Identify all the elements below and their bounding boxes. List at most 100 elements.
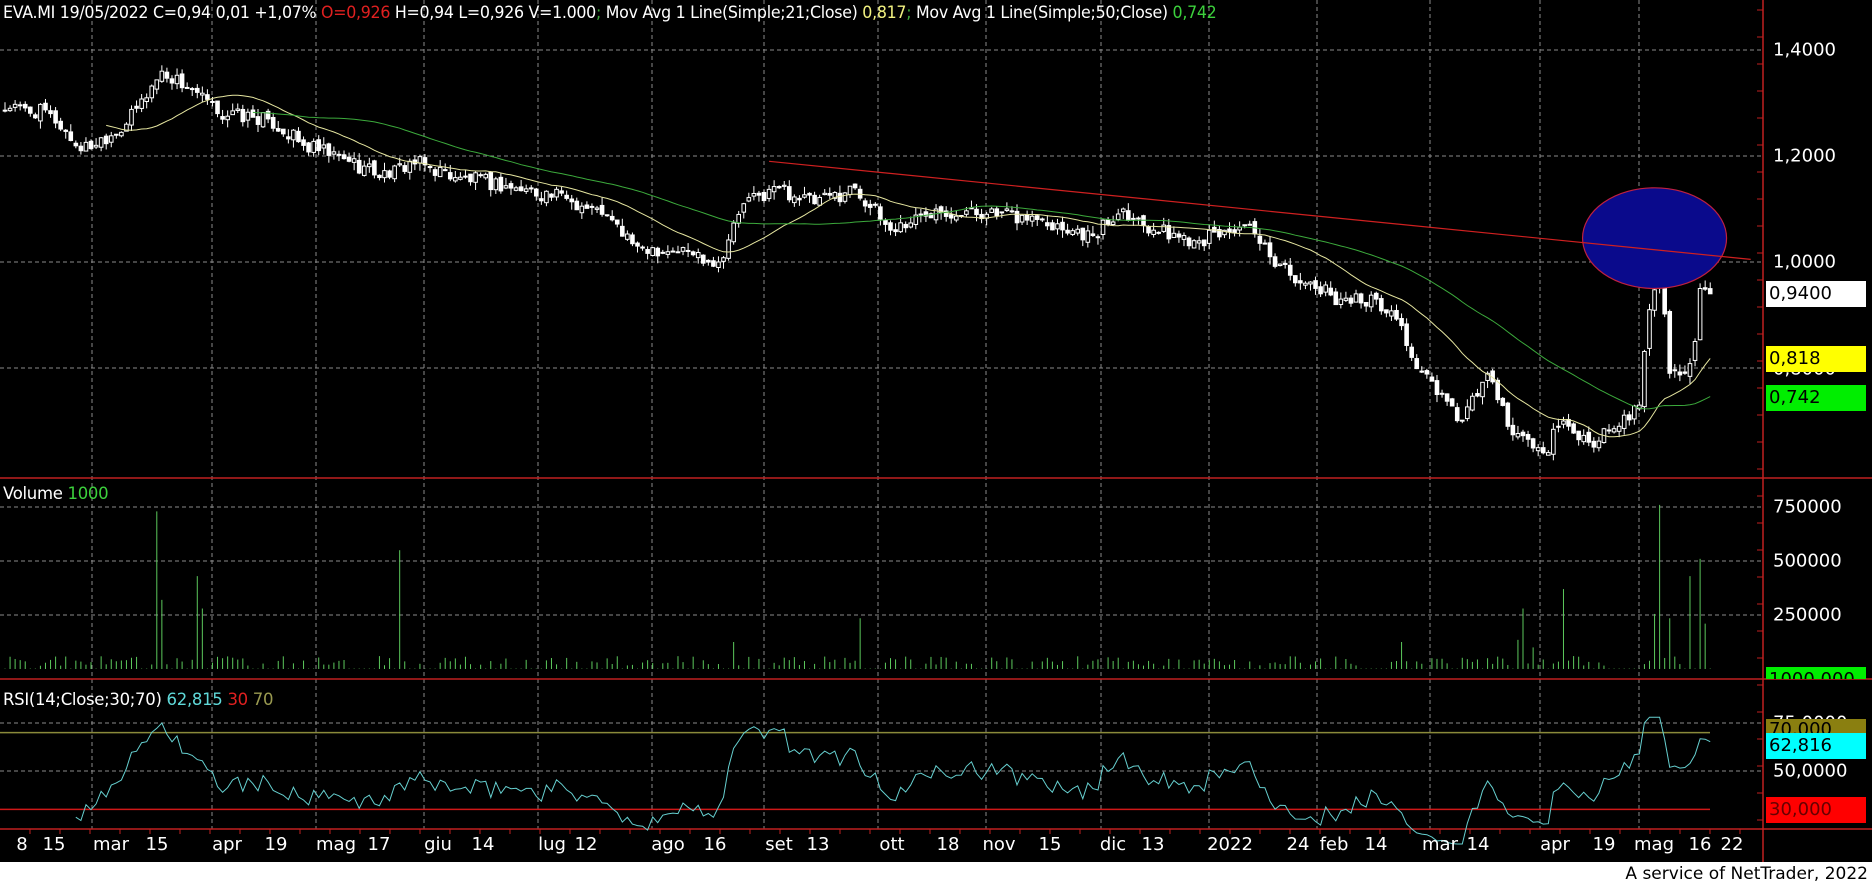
price-tick: 1,0000 xyxy=(1773,251,1836,273)
candle-body xyxy=(225,115,230,121)
date-tick-label: 13 xyxy=(1141,834,1165,855)
date-tick-label: dic xyxy=(1099,834,1127,855)
candle-body xyxy=(149,85,155,99)
candle-body xyxy=(898,222,903,233)
candle-body xyxy=(291,129,296,141)
candle-body xyxy=(842,192,848,202)
candle-body xyxy=(1176,233,1182,238)
candle-body xyxy=(63,129,69,132)
candle-body xyxy=(58,120,63,130)
candle-body xyxy=(1065,229,1070,234)
candle-body xyxy=(700,254,706,264)
hlv-values: H=0,94 L=0,926 V=1.000 xyxy=(394,3,596,22)
candle-body xyxy=(1085,230,1091,243)
candle-body xyxy=(1459,419,1465,422)
candle-body xyxy=(361,165,367,176)
candle-body xyxy=(88,140,94,150)
candle-body xyxy=(1080,227,1086,241)
candle-body xyxy=(1060,221,1065,231)
candle-body xyxy=(1287,264,1293,276)
date-tick-label: 19 xyxy=(1592,834,1616,855)
candle-body xyxy=(1373,292,1379,300)
candle-body xyxy=(1505,402,1511,427)
candle-body xyxy=(857,188,863,199)
candle-body xyxy=(544,190,549,204)
candle-body xyxy=(301,139,306,146)
candle-body xyxy=(1206,229,1212,244)
candle-body xyxy=(134,105,139,109)
candle-body xyxy=(144,97,149,103)
candle-body xyxy=(746,197,752,202)
candle-body xyxy=(1333,291,1339,306)
candle-body xyxy=(1303,282,1308,286)
candle-body xyxy=(1242,224,1248,227)
candle-body xyxy=(1045,222,1050,227)
candle-body xyxy=(817,196,822,206)
candle-body xyxy=(1277,263,1283,267)
date-tick-label: feb xyxy=(1319,834,1349,855)
ma50-box: 0,742 xyxy=(1766,385,1866,411)
candle-body xyxy=(2,109,8,112)
ma50-line xyxy=(252,111,1711,410)
candle-body xyxy=(205,94,210,100)
candle-body xyxy=(569,198,575,203)
candle-body xyxy=(1465,406,1470,420)
candle-body xyxy=(620,225,625,237)
candle-body xyxy=(1611,428,1617,433)
candle-body xyxy=(878,206,883,220)
candle-body xyxy=(493,178,499,191)
candle-body xyxy=(286,136,291,140)
candle-body xyxy=(771,186,777,193)
date-tick-label: apr xyxy=(1540,834,1570,855)
chart-canvas[interactable] xyxy=(0,0,1872,862)
candle-body xyxy=(114,133,119,136)
candle-body xyxy=(736,213,742,224)
stock-chart[interactable]: EVA.MI 19/05/2022 C=0,94 0,01 +1,07% O=0… xyxy=(0,0,1872,862)
rsi-high-box: 70,000 xyxy=(1766,719,1866,733)
candle-body xyxy=(1146,226,1151,234)
candle-body xyxy=(716,261,721,268)
candle-body xyxy=(888,222,893,231)
candle-body xyxy=(1191,240,1197,249)
candle-body xyxy=(1389,310,1394,317)
candle-body xyxy=(1328,287,1334,296)
candle-body xyxy=(999,211,1005,214)
rsi-line xyxy=(75,716,1711,845)
date-tick-label: 12 xyxy=(574,834,598,855)
candle-body xyxy=(523,188,529,192)
candle-body xyxy=(53,110,58,124)
candle-body xyxy=(1591,440,1597,448)
candle-body xyxy=(1131,217,1136,220)
candle-body xyxy=(883,219,888,225)
candle-body xyxy=(7,107,13,112)
candle-body xyxy=(417,156,423,164)
candle-body xyxy=(453,177,458,182)
candle-body xyxy=(1540,447,1546,454)
candle-body xyxy=(1313,280,1318,289)
volume-legend: Volume 1000 xyxy=(3,484,109,503)
candle-body xyxy=(159,70,165,82)
candle-body xyxy=(1115,213,1121,221)
candle-body xyxy=(1404,323,1409,346)
candle-body xyxy=(331,151,337,155)
candle-body xyxy=(194,87,200,93)
candle-body xyxy=(1480,381,1485,398)
candle-body xyxy=(1571,423,1576,434)
candle-body xyxy=(1444,393,1450,402)
candle-body xyxy=(43,102,48,111)
candle-body xyxy=(275,128,281,132)
date-tick-label: set xyxy=(765,834,793,855)
candle-body xyxy=(534,188,539,197)
date-tick-label: mag xyxy=(316,834,356,855)
candle-body xyxy=(189,88,195,91)
candle-body xyxy=(1363,302,1369,307)
candle-body xyxy=(812,194,817,205)
candle-body xyxy=(867,203,873,208)
candle-body xyxy=(528,187,534,190)
candle-body xyxy=(680,247,686,252)
candle-body xyxy=(721,257,726,262)
candle-body xyxy=(326,143,332,156)
last-volume-box: 1000.000 xyxy=(1766,667,1866,679)
candle-body xyxy=(316,139,322,152)
candle-body xyxy=(402,165,408,172)
